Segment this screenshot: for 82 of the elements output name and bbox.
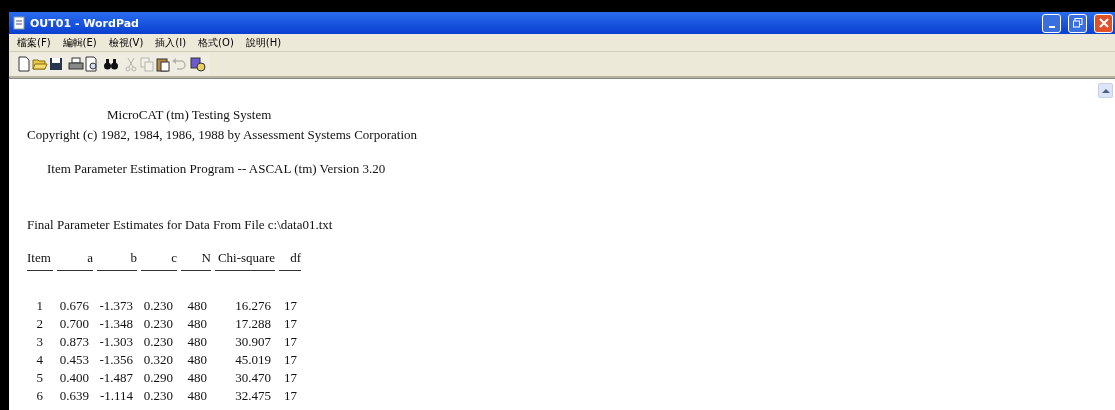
table-cell-text: 0.676 — [58, 298, 90, 314]
table-cell-text: -1.114 — [98, 388, 134, 404]
print-preview-button[interactable] — [83, 55, 100, 73]
print-button[interactable] — [67, 55, 84, 73]
table-cell-text: 480 — [186, 370, 208, 386]
close-button[interactable] — [1094, 13, 1113, 33]
table-cell-text: 480 — [186, 298, 208, 314]
minimize-icon — [1048, 26, 1055, 28]
text-line: Final Parameter Estimates for Data From File c:\data01.txt — [27, 217, 333, 233]
menu-item[interactable]: 檔案(F) — [11, 35, 57, 50]
table-cell-text: 4 — [35, 352, 44, 368]
table-cell-text: 17 — [283, 298, 298, 314]
maximize-icon — [1072, 18, 1083, 28]
table-cell-text: 0.230 — [142, 388, 174, 404]
table-cell-text: 0.639 — [58, 388, 90, 404]
table-cell-text: 0.700 — [58, 316, 90, 332]
table-cell-text: 17 — [283, 334, 298, 350]
text-line: Copyright (c) 1982, 1984, 1986, 1988 by Assessment Systems Corporation — [27, 127, 417, 143]
menu-item[interactable]: 說明(H) — [239, 35, 288, 50]
table-cell-text: 30.470 — [234, 370, 272, 386]
table-cell-text: -1.303 — [98, 334, 134, 350]
table-cell-text: 3 — [35, 334, 44, 350]
dash-rule — [27, 269, 53, 271]
column-header: Item — [27, 250, 52, 266]
menu-item[interactable]: 格式(O) — [192, 35, 240, 50]
table-cell-text: -1.356 — [98, 352, 134, 368]
text-line: Item Parameter Estimation Program -- ASCAL (tm) Version 3.20 — [47, 161, 386, 177]
column-header: N — [200, 250, 212, 266]
dash-rule — [215, 269, 275, 271]
new-document-button[interactable] — [16, 55, 32, 73]
close-icon — [1098, 18, 1109, 28]
up-arrow-icon — [1101, 87, 1110, 94]
table-cell-text: 16.276 — [234, 298, 272, 314]
menu-item[interactable]: 編輯(E) — [56, 35, 103, 50]
dash-rule — [279, 269, 301, 271]
table-cell-text: 0.400 — [58, 370, 90, 386]
table-cell-text: 0.230 — [142, 334, 174, 350]
column-header: Chi-square — [216, 250, 276, 266]
dash-rule — [97, 269, 137, 271]
table-cell-text: 480 — [186, 334, 208, 350]
column-header: a — [86, 250, 94, 266]
table-cell-text: 480 — [186, 388, 208, 404]
table-cell-text: -1.373 — [98, 298, 134, 314]
table-cell-text: 2 — [35, 316, 44, 332]
table-cell-text: 1 — [35, 298, 44, 314]
table-cell-text: 480 — [186, 316, 208, 332]
table-cell-text: 0.230 — [142, 298, 174, 314]
text-line: MicroCAT (tm) Testing System — [107, 107, 272, 123]
menu-item[interactable]: 插入(I) — [149, 35, 193, 50]
column-header: b — [129, 250, 138, 266]
minimize-button[interactable] — [1042, 13, 1061, 33]
dash-rule — [181, 269, 211, 271]
table-cell-text: 480 — [186, 352, 208, 368]
maximize-button[interactable] — [1068, 13, 1087, 33]
clipboard-button[interactable] — [154, 55, 171, 73]
table-cell-text: 5 — [35, 370, 44, 386]
table-cell-text: 0.290 — [142, 370, 174, 386]
table-cell-text: 0.230 — [142, 316, 174, 332]
scroll-up-button[interactable] — [1098, 83, 1113, 98]
calendar-clock-button[interactable] — [190, 55, 206, 73]
table-cell-text: 45.019 — [234, 352, 272, 368]
dash-rule — [141, 269, 177, 271]
table-cell-text: -1.487 — [98, 370, 134, 386]
column-header: c — [170, 250, 178, 266]
table-cell-text: 0.320 — [142, 352, 174, 368]
table-cell-text: 17 — [283, 316, 298, 332]
table-cell-text: 6 — [35, 388, 44, 404]
table-cell-text: 17.288 — [234, 316, 272, 332]
document-icon — [13, 16, 25, 30]
table-cell-text: 17 — [283, 388, 298, 404]
table-cell-text: 32.475 — [234, 388, 272, 404]
save-button[interactable] — [48, 55, 64, 73]
table-cell-text: 0.873 — [58, 334, 90, 350]
table-cell-text: 30.907 — [234, 334, 272, 350]
table-cell-text: -1.348 — [98, 316, 134, 332]
menu-item[interactable]: 檢視(V) — [102, 35, 150, 50]
window-title: OUT01 - WordPad — [30, 16, 139, 30]
table-cell-text: 17 — [283, 352, 298, 368]
table-cell-text: 17 — [283, 370, 298, 386]
column-header: df — [289, 250, 302, 266]
table-cell-text: 0.453 — [58, 352, 90, 368]
dash-rule — [57, 269, 93, 271]
